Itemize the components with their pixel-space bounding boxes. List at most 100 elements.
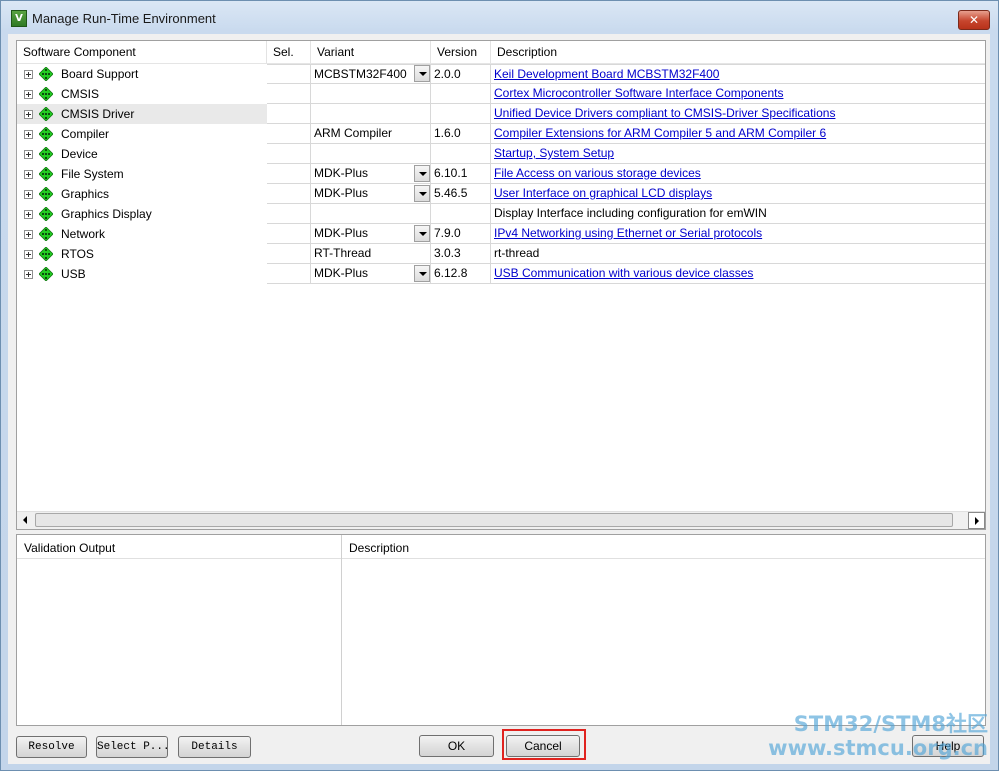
sel-cell[interactable] bbox=[267, 124, 311, 144]
component-name: Network bbox=[61, 227, 106, 241]
component-diamond-icon bbox=[39, 267, 53, 281]
sel-cell[interactable] bbox=[267, 184, 311, 204]
variant-dropdown[interactable] bbox=[311, 64, 431, 84]
variant-dropdown-icon[interactable] bbox=[414, 65, 430, 82]
table-row[interactable]: Compiler ARM Compiler 1.6.0 Compiler Extens… bbox=[17, 124, 985, 144]
expand-plus-icon[interactable] bbox=[24, 70, 33, 79]
component-tree-item[interactable]: USB bbox=[17, 264, 267, 284]
description-link[interactable]: Cortex Microcontroller Software Interfac… bbox=[491, 84, 985, 104]
description-link[interactable]: Startup, System Setup bbox=[491, 144, 985, 164]
expand-plus-icon[interactable] bbox=[24, 190, 33, 199]
scroll-left-icon[interactable] bbox=[17, 512, 34, 529]
table-row[interactable]: CMSIS Cortex Microcontroller Software Int… bbox=[17, 84, 985, 104]
header-variant[interactable]: Variant bbox=[311, 41, 431, 63]
component-tree-item[interactable]: Graphics Display bbox=[17, 204, 267, 224]
version-cell: 7.9.0 bbox=[431, 224, 491, 244]
expand-plus-icon[interactable] bbox=[24, 90, 33, 99]
expand-plus-icon[interactable] bbox=[24, 110, 33, 119]
validation-output-header[interactable]: Validation Output bbox=[17, 535, 341, 559]
sel-cell[interactable] bbox=[267, 64, 311, 84]
expand-plus-icon[interactable] bbox=[24, 250, 33, 259]
manage-rte-window: V Manage Run-Time Environment ✕ Software… bbox=[0, 0, 999, 771]
header-sel[interactable]: Sel. bbox=[267, 41, 311, 63]
version-cell: 1.6.0 bbox=[431, 124, 491, 144]
ok-button[interactable]: OK bbox=[419, 735, 494, 757]
grid-header: Software Component Sel. Variant Version … bbox=[17, 41, 985, 64]
component-tree-item[interactable]: Network bbox=[17, 224, 267, 244]
component-diamond-icon bbox=[39, 127, 53, 141]
description-link[interactable]: IPv4 Networking using Ethernet or Serial… bbox=[491, 224, 985, 244]
sel-cell[interactable] bbox=[267, 204, 311, 224]
table-row[interactable]: CMSIS Driver Unified Device Drivers compl… bbox=[17, 104, 985, 124]
component-tree-item[interactable]: Graphics bbox=[17, 184, 267, 204]
component-diamond-icon bbox=[39, 107, 53, 121]
variant-dropdown[interactable] bbox=[311, 264, 431, 284]
expand-plus-icon[interactable] bbox=[24, 230, 33, 239]
description-link[interactable]: File Access on various storage devices bbox=[491, 164, 985, 184]
variant-dropdown-icon[interactable] bbox=[414, 185, 430, 202]
component-tree-item[interactable]: Board Support bbox=[17, 64, 267, 84]
variant-dropdown[interactable] bbox=[311, 224, 431, 244]
sel-cell[interactable] bbox=[267, 244, 311, 264]
component-diamond-icon bbox=[39, 187, 53, 201]
details-button[interactable]: Details bbox=[178, 736, 251, 758]
expand-plus-icon[interactable] bbox=[24, 130, 33, 139]
variant-dropdown-icon[interactable] bbox=[414, 165, 430, 182]
variant-dropdown-icon[interactable] bbox=[414, 225, 430, 242]
scroll-right-icon[interactable] bbox=[968, 512, 985, 529]
header-version[interactable]: Version bbox=[431, 41, 491, 63]
description-link[interactable]: Unified Device Drivers compliant to CMSI… bbox=[491, 104, 985, 124]
table-row[interactable]: Network MDK-Plus 7.9.0 IPv4 Networking usin… bbox=[17, 224, 985, 244]
validation-description-header[interactable]: Description bbox=[342, 535, 985, 559]
table-row[interactable]: Graphics MDK-Plus 5.46.5 User Interface on … bbox=[17, 184, 985, 204]
horizontal-scrollbar[interactable] bbox=[17, 511, 985, 529]
expand-plus-icon[interactable] bbox=[24, 150, 33, 159]
component-tree-item[interactable]: RTOS bbox=[17, 244, 267, 264]
resolve-button[interactable]: Resolve bbox=[16, 736, 87, 758]
description-link[interactable]: Keil Development Board MCBSTM32F400 bbox=[491, 64, 985, 84]
window-title: Manage Run-Time Environment bbox=[32, 11, 216, 26]
component-tree-item[interactable]: Compiler bbox=[17, 124, 267, 144]
sel-cell[interactable] bbox=[267, 264, 311, 284]
variant-dropdown[interactable] bbox=[311, 184, 431, 204]
version-cell: 3.0.3 bbox=[431, 244, 491, 264]
header-description[interactable]: Description bbox=[491, 41, 985, 63]
watermark: STM32/STM8社区 www.stmcu.org.cn bbox=[768, 712, 988, 760]
component-name: Device bbox=[61, 147, 98, 161]
sel-cell[interactable] bbox=[267, 104, 311, 124]
sel-cell[interactable] bbox=[267, 224, 311, 244]
component-tree-item[interactable]: CMSIS bbox=[17, 84, 267, 104]
description-link[interactable]: Compiler Extensions for ARM Compiler 5 a… bbox=[491, 124, 985, 144]
watermark-line-1: STM32/STM8社区 bbox=[793, 712, 988, 736]
table-row[interactable]: RTOS RT-Thread 3.0.3 rt-thread bbox=[17, 244, 985, 264]
description-cell: rt-thread bbox=[491, 244, 985, 264]
version-cell: 5.46.5 bbox=[431, 184, 491, 204]
table-row[interactable]: Graphics Display Display Interface includ… bbox=[17, 204, 985, 224]
sel-cell[interactable] bbox=[267, 84, 311, 104]
expand-plus-icon[interactable] bbox=[24, 170, 33, 179]
sel-cell[interactable] bbox=[267, 144, 311, 164]
component-tree-item[interactable]: Device bbox=[17, 144, 267, 164]
variant-dropdown-icon[interactable] bbox=[414, 265, 430, 282]
description-link[interactable]: USB Communication with various device cl… bbox=[491, 264, 985, 284]
table-row[interactable]: Board Support MCBSTM32F400 2.0.0 Keil Devel… bbox=[17, 64, 985, 84]
sel-cell[interactable] bbox=[267, 164, 311, 184]
close-button[interactable]: ✕ bbox=[958, 10, 990, 30]
select-packs-button[interactable]: Select P... bbox=[96, 736, 168, 758]
scrollbar-thumb[interactable] bbox=[35, 513, 953, 527]
expand-plus-icon[interactable] bbox=[24, 270, 33, 279]
description-link[interactable]: User Interface on graphical LCD displays bbox=[491, 184, 985, 204]
component-tree-item[interactable]: CMSIS Driver bbox=[17, 104, 267, 124]
component-name: File System bbox=[61, 167, 124, 181]
table-row[interactable]: USB MDK-Plus 6.12.8 USB Communication with … bbox=[17, 264, 985, 284]
variant-dropdown[interactable] bbox=[311, 164, 431, 184]
dialog-client: Software Component Sel. Variant Version … bbox=[8, 34, 990, 764]
expand-plus-icon[interactable] bbox=[24, 210, 33, 219]
table-row[interactable]: File System MDK-Plus 6.10.1 File Access on … bbox=[17, 164, 985, 184]
variant-cell: ARM Compiler bbox=[311, 124, 431, 144]
version-cell bbox=[431, 204, 491, 224]
header-software-component[interactable]: Software Component bbox=[17, 41, 267, 63]
table-row[interactable]: Device Startup, System Setup bbox=[17, 144, 985, 164]
component-tree-item[interactable]: File System bbox=[17, 164, 267, 184]
description-cell: Display Interface including configuratio… bbox=[491, 204, 985, 224]
